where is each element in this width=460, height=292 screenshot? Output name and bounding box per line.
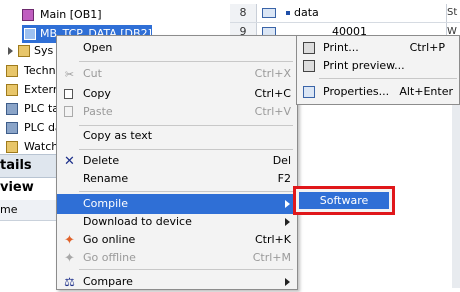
data-block-icon bbox=[24, 28, 36, 40]
menu-item-download-to-device[interactable]: Download to device bbox=[57, 212, 297, 232]
menu-separator bbox=[79, 61, 293, 62]
delete-icon: ✕ bbox=[64, 154, 75, 169]
context-menu: Open ✂ Cut Ctrl+X Copy Ctrl+C Paste Ctrl… bbox=[56, 35, 298, 290]
variable-icon bbox=[262, 8, 276, 18]
menu-separator bbox=[319, 78, 457, 79]
properties-icon bbox=[303, 86, 315, 98]
submenu-arrow-icon bbox=[285, 200, 290, 208]
variable-name[interactable]: data bbox=[294, 4, 319, 22]
print-submenu: Print... Ctrl+P Print preview... Propert… bbox=[296, 35, 460, 105]
name-column-label: me bbox=[0, 203, 18, 216]
expand-bullet-icon[interactable] bbox=[286, 11, 290, 15]
copy-icon bbox=[64, 89, 73, 99]
cut-icon: ✂ bbox=[64, 68, 75, 81]
menu-item-copy[interactable]: Copy Ctrl+C bbox=[57, 84, 297, 104]
compare-icon: ⚖ bbox=[64, 275, 75, 289]
expand-arrow-icon[interactable] bbox=[8, 47, 13, 55]
details-view-label: tails view bbox=[0, 158, 34, 195]
submenu-arrow-icon bbox=[285, 278, 290, 286]
folder-icon bbox=[18, 45, 30, 57]
print-icon bbox=[303, 42, 315, 54]
menu-item-paste[interactable]: Paste Ctrl+V bbox=[57, 102, 297, 122]
menu-item-go-offline[interactable]: ✦ Go offline Ctrl+M bbox=[57, 248, 297, 268]
print-preview-icon bbox=[303, 60, 315, 72]
menu-item-print-preview[interactable]: Print preview... bbox=[297, 56, 460, 76]
menu-item-cut[interactable]: ✂ Cut Ctrl+X bbox=[57, 64, 297, 84]
menu-item-compare[interactable]: ⚖ Compare bbox=[57, 272, 297, 292]
folder-icon bbox=[6, 65, 18, 77]
menu-item-rename[interactable]: Rename F2 bbox=[57, 169, 297, 189]
menu-separator bbox=[79, 191, 293, 192]
menu-item-go-online[interactable]: ✦ Go online Ctrl+K bbox=[57, 230, 297, 250]
column-cell: St bbox=[446, 4, 460, 22]
menu-item-properties[interactable]: Properties... Alt+Enter bbox=[297, 82, 460, 102]
block-icon bbox=[22, 9, 34, 21]
folder-icon bbox=[6, 122, 18, 134]
menu-separator bbox=[79, 269, 293, 270]
menu-separator bbox=[79, 149, 293, 150]
editor-grid: 8 data St 9 40001 W bbox=[230, 0, 460, 42]
paste-icon bbox=[64, 106, 73, 117]
menu-item-open[interactable]: Open bbox=[57, 38, 297, 58]
folder-icon bbox=[6, 141, 18, 153]
name-column-header[interactable]: me bbox=[0, 200, 62, 221]
menu-item-compile[interactable]: Compile bbox=[57, 194, 297, 214]
menu-item-delete[interactable]: ✕ Delete Del bbox=[57, 151, 297, 171]
menu-item-software[interactable]: Software bbox=[299, 192, 389, 209]
folder-icon bbox=[6, 103, 18, 115]
details-view-header[interactable]: tails view bbox=[0, 154, 62, 195]
menu-item-print[interactable]: Print... Ctrl+P bbox=[297, 38, 460, 58]
go-offline-icon: ✦ bbox=[64, 251, 75, 266]
menu-item-copy-as-text[interactable]: Copy as text bbox=[57, 126, 297, 146]
table-row[interactable]: 8 data St bbox=[230, 4, 460, 23]
folder-icon bbox=[6, 84, 18, 96]
details-list bbox=[0, 221, 62, 288]
row-number: 8 bbox=[230, 4, 257, 22]
go-online-icon: ✦ bbox=[64, 233, 75, 248]
submenu-arrow-icon bbox=[285, 218, 290, 226]
compile-submenu: Software bbox=[293, 186, 395, 215]
